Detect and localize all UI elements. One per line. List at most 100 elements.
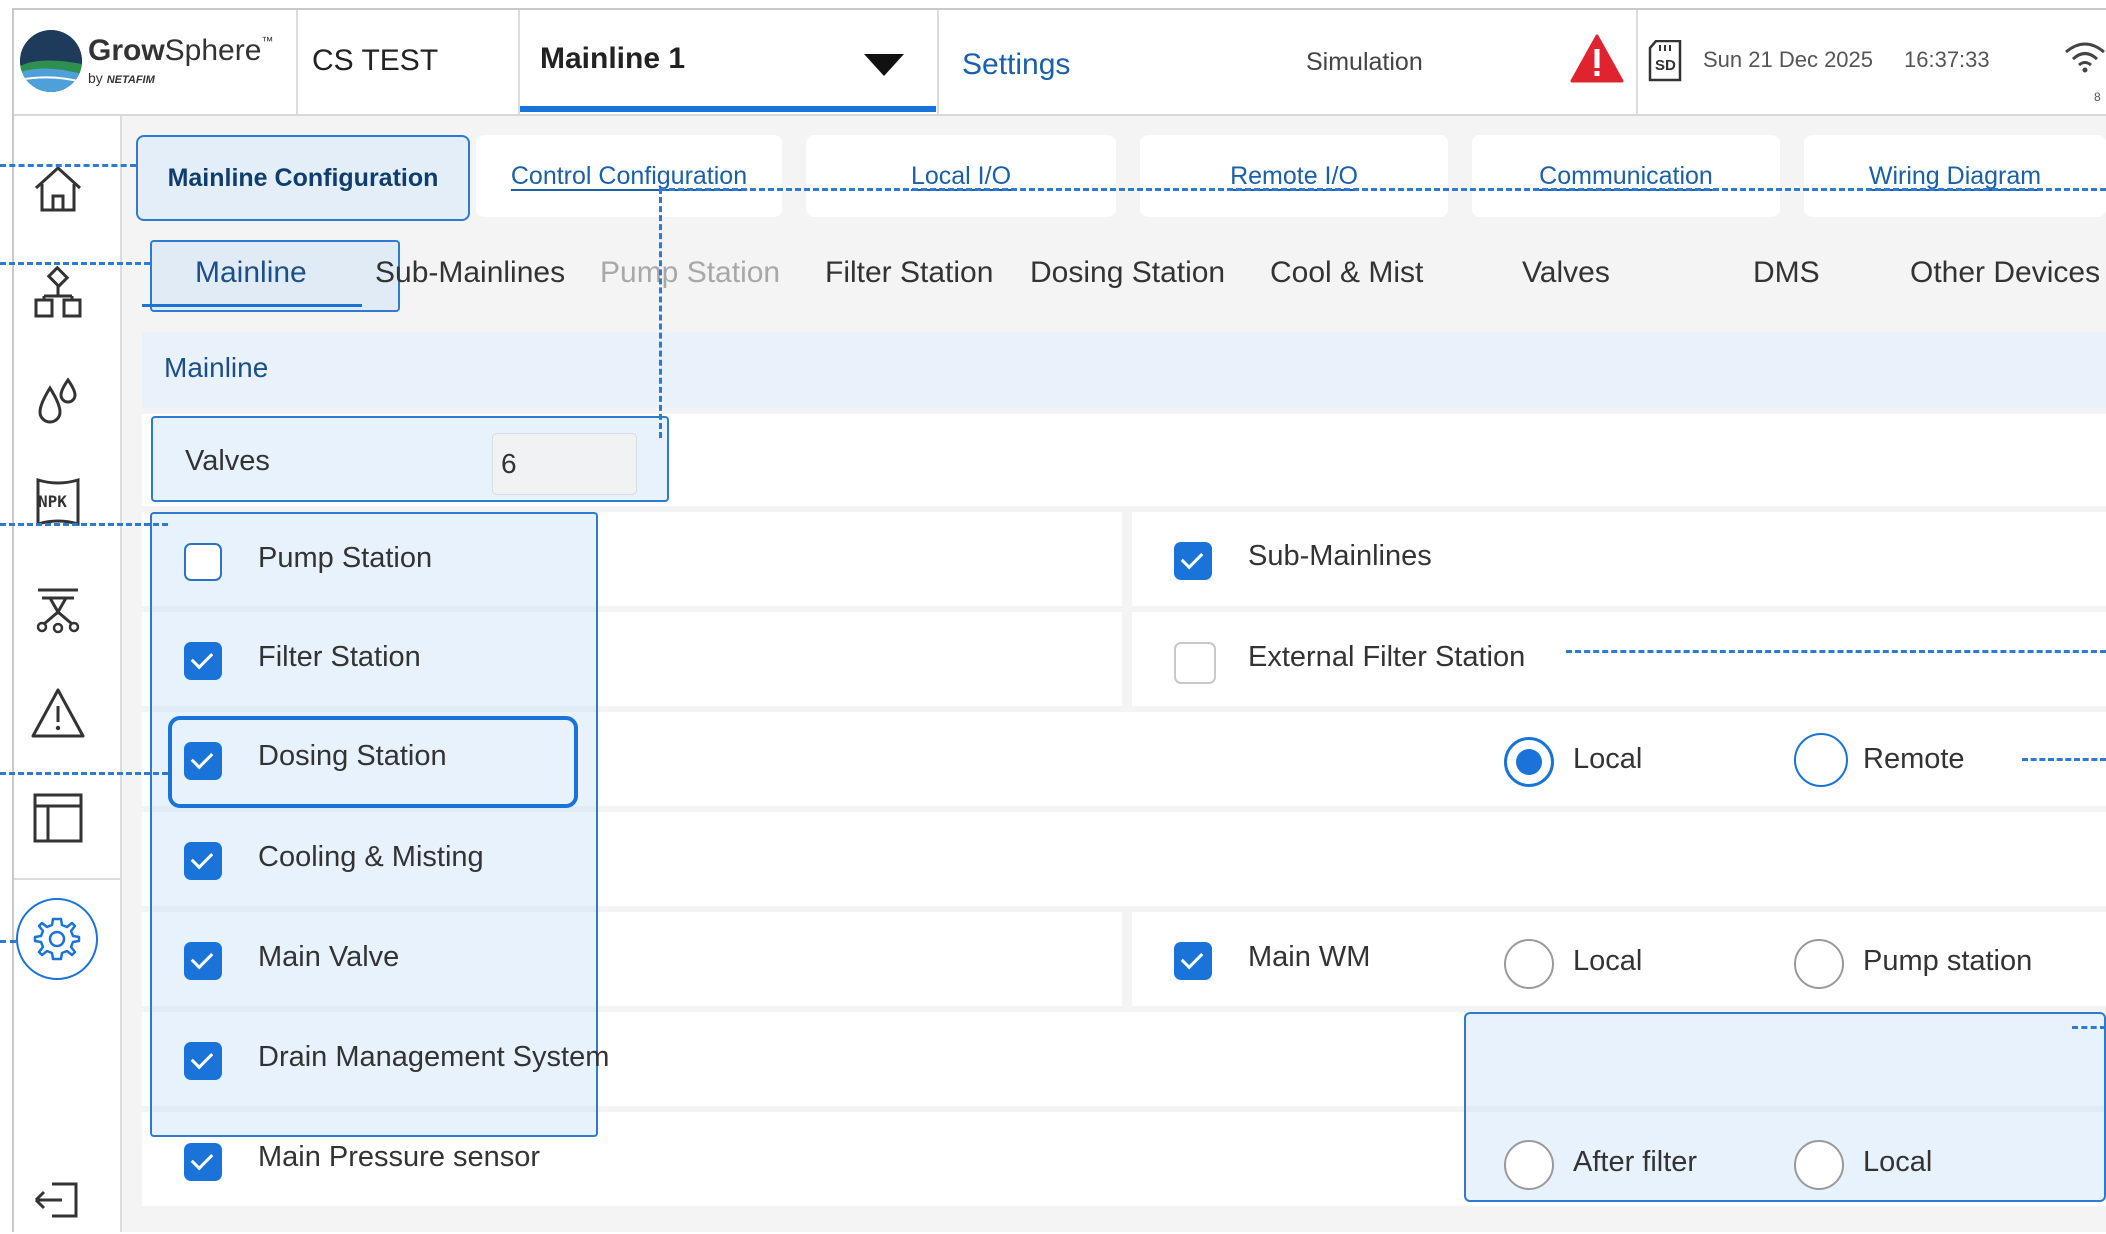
mainline-selected-value: Mainline 1: [540, 42, 686, 75]
annotation-line: [1566, 650, 2106, 653]
external-filter-label: External Filter Station: [1248, 641, 1526, 673]
wm-pump-station-radio[interactable]: [1794, 939, 1844, 989]
sub-mainlines-checkbox[interactable]: [1174, 542, 1212, 580]
pressure-location-highlight: [1464, 1012, 2106, 1202]
sidebar-divider: [14, 878, 120, 880]
npk-icon[interactable]: NPK: [30, 474, 86, 530]
filter-station-label: Filter Station: [258, 641, 421, 673]
tab-communication[interactable]: Communication: [1472, 135, 1780, 217]
section-title: Mainline: [164, 352, 269, 383]
pump-station-checkbox[interactable]: [184, 543, 222, 581]
settings-link[interactable]: Settings: [962, 48, 1070, 82]
subtab-dms[interactable]: DMS: [1753, 248, 1820, 298]
annotation-line: [2072, 1026, 2106, 1029]
alert-warning-icon[interactable]: [1570, 34, 1624, 84]
sd-card-icon: SD: [1648, 39, 1682, 82]
subtab-dosing-station[interactable]: Dosing Station: [1030, 248, 1225, 298]
header-divider: [296, 10, 298, 114]
valves-label: Valves: [185, 445, 270, 477]
header-divider: [937, 10, 939, 114]
main-pressure-sensor-checkbox[interactable]: [184, 1143, 222, 1181]
brand-logo-icon: [20, 30, 82, 92]
sd-label: SD: [1655, 57, 1676, 74]
annotation-line: [2022, 758, 2106, 761]
wm-local-label: Local: [1573, 945, 1643, 977]
subtab-other-devices[interactable]: Other Devices: [1910, 248, 2100, 298]
chevron-down-icon: [864, 54, 904, 76]
brand-name: GrowSphere™: [88, 34, 273, 68]
annotation-line: [0, 772, 168, 775]
pressure-local-radio[interactable]: [1794, 1140, 1844, 1190]
site-name: CS TEST: [312, 44, 439, 77]
pressure-after-filter-label: After filter: [1573, 1146, 1698, 1178]
logout-icon[interactable]: [32, 1180, 80, 1220]
tab-control-configuration[interactable]: Control Configuration: [476, 135, 782, 217]
signal-value: 8: [2094, 90, 2101, 104]
subtab-filter-station[interactable]: Filter Station: [825, 248, 993, 298]
sub-mainlines-label: Sub-Mainlines: [1248, 540, 1432, 572]
pressure-after-filter-radio[interactable]: [1504, 1140, 1554, 1190]
drain-management-checkbox[interactable]: [184, 1042, 222, 1080]
table-layout-icon[interactable]: [30, 790, 86, 846]
mainline-active-underline: [520, 106, 936, 112]
hierarchy-icon[interactable]: [30, 265, 86, 322]
main-valve-label: Main Valve: [258, 941, 400, 973]
main-wm-label: Main WM: [1248, 941, 1371, 973]
annotation-line: [660, 188, 2106, 191]
simulation-mode-label: Simulation: [1306, 48, 1423, 76]
pressure-local-label: Local: [1863, 1146, 1933, 1178]
water-drops-icon[interactable]: [30, 372, 86, 428]
dosing-remote-label: Remote: [1863, 743, 1965, 775]
header-divider: [1636, 10, 1638, 114]
mainline-subtab-underline: [142, 304, 362, 307]
alarm-warning-icon[interactable]: [30, 686, 86, 742]
dosing-local-radio[interactable]: [1504, 737, 1554, 787]
main-pressure-sensor-label: Main Pressure sensor: [258, 1141, 541, 1173]
section-header: Mainline: [142, 332, 2106, 408]
current-time: 16:37:33: [1904, 47, 1990, 72]
wm-local-radio[interactable]: [1504, 939, 1554, 989]
valves-count-input[interactable]: 6: [492, 433, 637, 495]
drain-management-label: Drain Management System: [258, 1041, 610, 1073]
subtab-sub-mainlines[interactable]: Sub-Mainlines: [375, 248, 565, 298]
netafim-wordmark: NETAFIM: [106, 74, 155, 86]
subtab-cool-mist[interactable]: Cool & Mist: [1270, 248, 1423, 298]
tab-local-io[interactable]: Local I/O: [806, 135, 1116, 217]
brand-name-rest: Sphere: [164, 34, 262, 67]
cooling-misting-label: Cooling & Misting: [258, 841, 484, 873]
wifi-icon: [2064, 40, 2106, 74]
tab-wiring-diagram[interactable]: Wiring Diagram: [1804, 135, 2106, 217]
filter-station-checkbox[interactable]: [184, 642, 222, 680]
annotation-line: [0, 940, 16, 943]
brand-name-bold: Grow: [88, 34, 165, 67]
home-icon[interactable]: [30, 160, 86, 216]
external-filter-checkbox[interactable]: [1174, 642, 1216, 684]
main-wm-checkbox[interactable]: [1174, 942, 1212, 980]
mainline-dropdown[interactable]: Mainline 1: [520, 10, 936, 114]
current-date: Sun 21 Dec 2025: [1703, 47, 1874, 72]
dosing-local-label: Local: [1573, 743, 1643, 775]
brand-sub: by NETAFIM: [88, 70, 155, 86]
annotation-line: [0, 164, 136, 167]
dosing-station-label: Dosing Station: [258, 740, 447, 772]
gear-icon: [33, 917, 81, 961]
pump-station-label: Pump Station: [258, 542, 433, 574]
annotation-line: [659, 188, 662, 438]
annotation-line: [0, 523, 168, 526]
brand-by: by: [88, 70, 103, 86]
dosing-station-checkbox[interactable]: [184, 742, 222, 780]
dosing-remote-radio[interactable]: [1794, 733, 1848, 787]
npk-label: NPK: [38, 492, 67, 511]
sprinkler-icon[interactable]: [30, 582, 86, 638]
tab-remote-io[interactable]: Remote I/O: [1140, 135, 1448, 217]
tab-mainline-configuration[interactable]: Mainline Configuration: [136, 135, 470, 221]
cooling-misting-checkbox[interactable]: [184, 842, 222, 880]
subtab-valves[interactable]: Valves: [1522, 248, 1610, 298]
brand-tm: ™: [261, 34, 274, 48]
subtab-pump-station: Pump Station: [600, 256, 781, 289]
wm-pump-station-label: Pump station: [1863, 945, 2033, 977]
main-valve-checkbox[interactable]: [184, 942, 222, 980]
subtab-mainline[interactable]: Mainline: [195, 248, 307, 298]
settings-nav-button[interactable]: [16, 898, 98, 980]
annotation-line: [0, 262, 150, 265]
